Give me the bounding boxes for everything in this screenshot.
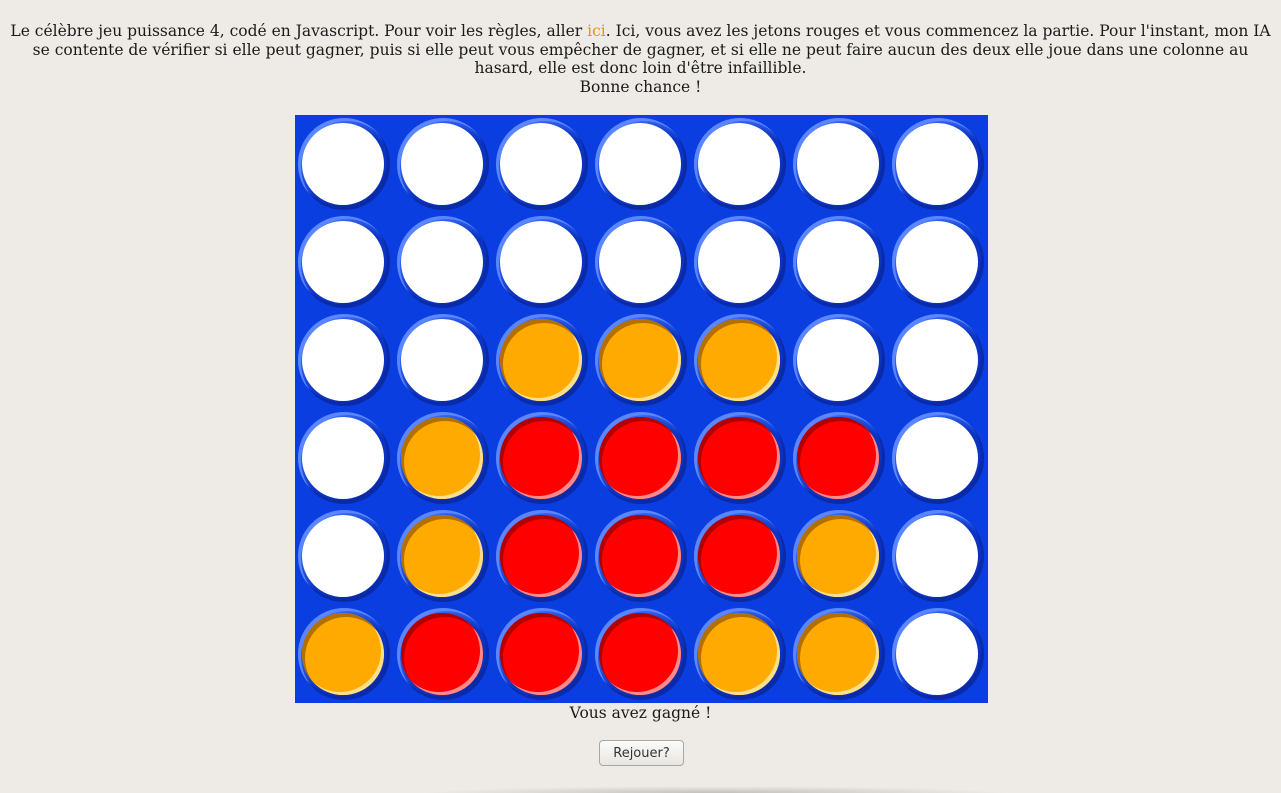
board-cell[interactable]: [691, 409, 790, 507]
empty-slot: [896, 221, 978, 303]
rules-link[interactable]: ici: [587, 22, 606, 40]
board-cell[interactable]: [394, 115, 493, 213]
empty-slot: [896, 613, 978, 695]
board-cell[interactable]: [790, 605, 889, 703]
board-cell[interactable]: [889, 311, 988, 409]
empty-slot: [500, 123, 582, 205]
red-token: [797, 417, 879, 499]
board-cell[interactable]: [790, 311, 889, 409]
intro-text-start: Le célèbre jeu puissance 4, codé en Java…: [10, 22, 588, 40]
red-token: [599, 515, 681, 597]
empty-slot: [302, 221, 384, 303]
yellow-token: [698, 319, 780, 401]
board-cell[interactable]: [493, 311, 592, 409]
red-token: [599, 613, 681, 695]
empty-slot: [896, 123, 978, 205]
board-cell[interactable]: [295, 213, 394, 311]
yellow-token: [797, 515, 879, 597]
board-cell[interactable]: [295, 115, 394, 213]
yellow-token: [500, 319, 582, 401]
empty-slot: [797, 221, 879, 303]
board-cell[interactable]: [790, 409, 889, 507]
board-cell[interactable]: [889, 213, 988, 311]
empty-slot: [599, 221, 681, 303]
intro-text: Le célèbre jeu puissance 4, codé en Java…: [10, 22, 1271, 96]
yellow-token: [698, 613, 780, 695]
empty-slot: [896, 417, 978, 499]
red-token: [500, 613, 582, 695]
empty-slot: [302, 417, 384, 499]
board-cell[interactable]: [691, 605, 790, 703]
board-cell[interactable]: [394, 605, 493, 703]
empty-slot: [401, 319, 483, 401]
empty-slot: [401, 123, 483, 205]
yellow-token: [302, 613, 384, 695]
board-cell[interactable]: [592, 409, 691, 507]
board-cell[interactable]: [889, 409, 988, 507]
empty-slot: [896, 515, 978, 597]
board-cell[interactable]: [691, 115, 790, 213]
empty-slot: [797, 319, 879, 401]
good-luck-text: Bonne chance !: [579, 77, 702, 96]
board-cell[interactable]: [394, 507, 493, 605]
empty-slot: [302, 319, 384, 401]
board-cell[interactable]: [691, 507, 790, 605]
red-token: [698, 417, 780, 499]
yellow-token: [401, 417, 483, 499]
board-cell[interactable]: [295, 507, 394, 605]
empty-slot: [797, 123, 879, 205]
red-token: [698, 515, 780, 597]
board-cell[interactable]: [493, 605, 592, 703]
board-cell[interactable]: [493, 409, 592, 507]
empty-slot: [500, 221, 582, 303]
board-cell[interactable]: [493, 507, 592, 605]
red-token: [401, 613, 483, 695]
empty-slot: [401, 221, 483, 303]
yellow-token: [599, 319, 681, 401]
board-cell[interactable]: [691, 311, 790, 409]
red-token: [500, 515, 582, 597]
red-token: [500, 417, 582, 499]
empty-slot: [698, 123, 780, 205]
board-cell[interactable]: [790, 213, 889, 311]
bottom-shadow: [420, 786, 1010, 793]
empty-slot: [302, 123, 384, 205]
board-cell[interactable]: [295, 311, 394, 409]
board-cell[interactable]: [790, 507, 889, 605]
replay-button[interactable]: Rejouer?: [599, 740, 684, 766]
board-cell[interactable]: [592, 605, 691, 703]
board-cell[interactable]: [394, 213, 493, 311]
board-cell[interactable]: [889, 507, 988, 605]
board-cell[interactable]: [592, 115, 691, 213]
board-cell[interactable]: [295, 605, 394, 703]
empty-slot: [302, 515, 384, 597]
board-cell[interactable]: [790, 115, 889, 213]
board-cell[interactable]: [889, 115, 988, 213]
empty-slot: [896, 319, 978, 401]
board-cell[interactable]: [493, 115, 592, 213]
yellow-token: [797, 613, 879, 695]
board-cell[interactable]: [394, 409, 493, 507]
board-cell[interactable]: [889, 605, 988, 703]
game-board[interactable]: [295, 115, 988, 703]
board-cell[interactable]: [691, 213, 790, 311]
empty-slot: [599, 123, 681, 205]
board-cell[interactable]: [295, 409, 394, 507]
yellow-token: [401, 515, 483, 597]
game-status: Vous avez gagné !: [569, 704, 712, 722]
board-cell[interactable]: [592, 507, 691, 605]
board-cell[interactable]: [394, 311, 493, 409]
red-token: [599, 417, 681, 499]
board-cell[interactable]: [592, 311, 691, 409]
empty-slot: [698, 221, 780, 303]
board-cell[interactable]: [592, 213, 691, 311]
board-cell[interactable]: [493, 213, 592, 311]
